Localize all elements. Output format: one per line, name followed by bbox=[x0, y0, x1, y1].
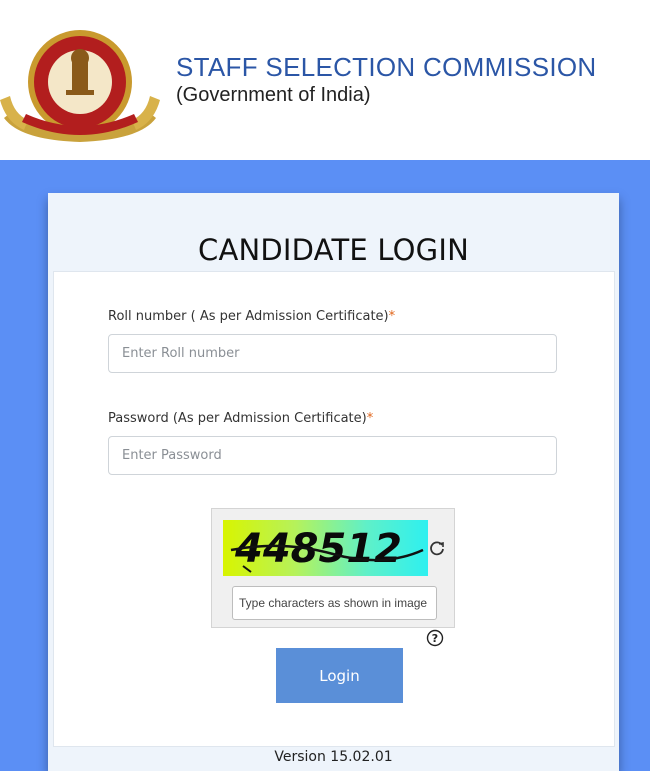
site-header: STAFF SELECTION COMMISSION (Government o… bbox=[0, 0, 650, 160]
login-form: Roll number ( As per Admission Certifica… bbox=[53, 271, 615, 747]
login-button[interactable]: Login bbox=[276, 648, 403, 703]
roll-number-label-text: Roll number ( As per Admission Certifica… bbox=[108, 309, 389, 324]
login-card: CANDIDATE LOGIN Roll number ( As per Adm… bbox=[48, 193, 619, 771]
captcha-panel: 448512 bbox=[211, 508, 455, 628]
password-input[interactable] bbox=[108, 436, 557, 475]
ssc-emblem-icon bbox=[0, 30, 160, 142]
org-subtitle: (Government of India) bbox=[176, 84, 371, 106]
password-label: Password (As per Admission Certificate)* bbox=[108, 411, 373, 426]
required-mark: * bbox=[388, 309, 396, 324]
question-circle-icon[interactable]: ? bbox=[426, 629, 444, 647]
roll-number-input[interactable] bbox=[108, 334, 557, 373]
roll-number-label: Roll number ( As per Admission Certifica… bbox=[108, 309, 395, 324]
password-label-text: Password (As per Admission Certificate) bbox=[108, 411, 367, 426]
captcha-input[interactable] bbox=[232, 586, 437, 620]
org-name: STAFF SELECTION COMMISSION bbox=[176, 52, 597, 82]
required-mark: * bbox=[366, 411, 374, 426]
svg-text:?: ? bbox=[432, 632, 438, 645]
captcha-image: 448512 bbox=[223, 520, 428, 576]
captcha-text: 448512 bbox=[234, 526, 402, 572]
version-text: Version 15.02.01 bbox=[274, 749, 393, 765]
refresh-icon[interactable] bbox=[428, 539, 446, 557]
page-title: CANDIDATE LOGIN bbox=[198, 233, 469, 267]
